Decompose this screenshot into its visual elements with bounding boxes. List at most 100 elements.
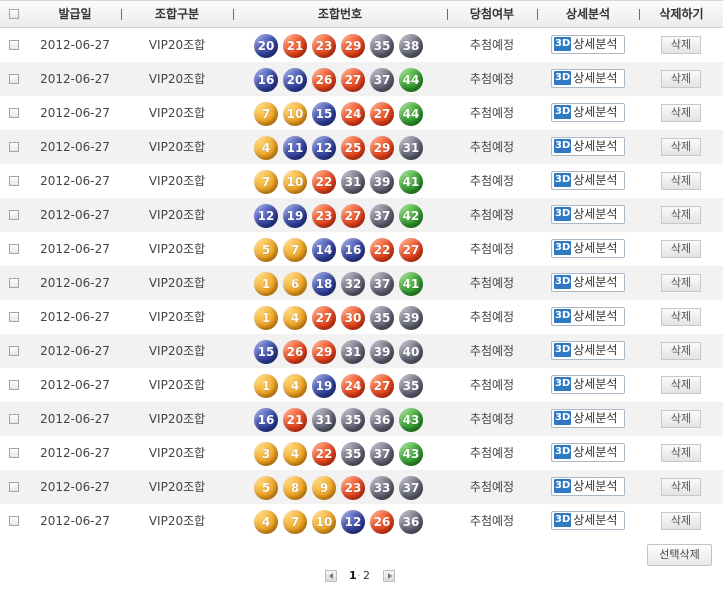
3d-icon: 3D: [554, 445, 572, 459]
lotto-ball: 31: [341, 340, 365, 364]
lotto-ball: 21: [283, 34, 307, 58]
win-status: 추첨예정: [469, 208, 515, 222]
delete-button[interactable]: 삭제: [661, 444, 701, 462]
row-checkbox[interactable]: [9, 278, 19, 288]
win-status: 추첨예정: [469, 276, 515, 290]
detail-analysis-button[interactable]: 3D 상세분석: [551, 103, 625, 122]
detail-analysis-button[interactable]: 3D 상세분석: [551, 205, 625, 224]
lotto-ball: 40: [399, 340, 423, 364]
page-link-1[interactable]: 1: [349, 569, 357, 583]
lotto-ball: 35: [341, 442, 365, 466]
combo-type: VIP20조합: [148, 378, 206, 392]
table-row: 2012-06-27 VIP20조합 20 21 23 29 35 38 추첨예정 3D 상세분석 삭…: [0, 28, 723, 62]
lotto-ball: 37: [370, 204, 394, 228]
issue-date: 2012-06-27: [40, 378, 110, 392]
lotto-ball: 30: [341, 306, 365, 330]
prev-page-icon[interactable]: [325, 570, 337, 582]
select-all-checkbox[interactable]: [9, 9, 19, 19]
issue-date: 2012-06-27: [40, 208, 110, 222]
lotto-ball: 27: [370, 102, 394, 126]
row-checkbox[interactable]: [9, 108, 19, 118]
detail-analysis-button[interactable]: 3D 상세분석: [551, 477, 625, 496]
lotto-ball: 26: [312, 68, 336, 92]
row-checkbox[interactable]: [9, 346, 19, 356]
combo-type: VIP20조합: [148, 412, 206, 426]
lotto-ball: 35: [370, 34, 394, 58]
detail-analysis-label: 상세분석: [573, 343, 618, 357]
lotto-ball: 35: [370, 306, 394, 330]
lotto-ball: 38: [399, 34, 423, 58]
lotto-ball: 16: [341, 238, 365, 262]
lotto-ball: 43: [399, 442, 423, 466]
lotto-ball: 42: [399, 204, 423, 228]
detail-analysis-button[interactable]: 3D 상세분석: [551, 171, 625, 190]
delete-button[interactable]: 삭제: [661, 104, 701, 122]
row-checkbox[interactable]: [9, 448, 19, 458]
detail-analysis-button[interactable]: 3D 상세분석: [551, 511, 625, 530]
row-checkbox[interactable]: [9, 482, 19, 492]
detail-analysis-button[interactable]: 3D 상세분석: [551, 307, 625, 326]
row-checkbox[interactable]: [9, 312, 19, 322]
lotto-ball: 39: [370, 340, 394, 364]
delete-selected-button[interactable]: 선택삭제: [647, 544, 712, 566]
delete-button[interactable]: 삭제: [661, 308, 701, 326]
delete-button[interactable]: 삭제: [661, 206, 701, 224]
combo-type: VIP20조합: [148, 72, 206, 86]
detail-analysis-button[interactable]: 3D 상세분석: [551, 239, 625, 258]
row-checkbox[interactable]: [9, 244, 19, 254]
detail-analysis-button[interactable]: 3D 상세분석: [551, 69, 625, 88]
combo-type: VIP20조합: [148, 480, 206, 494]
detail-analysis-label: 상세분석: [573, 139, 618, 153]
detail-analysis-label: 상세분석: [573, 513, 618, 527]
delete-button[interactable]: 삭제: [661, 240, 701, 258]
detail-analysis-button[interactable]: 3D 상세분석: [551, 341, 625, 360]
row-checkbox[interactable]: [9, 74, 19, 84]
page-link-2[interactable]: 2: [363, 569, 370, 583]
win-status: 추첨예정: [469, 310, 515, 324]
win-status: 추첨예정: [469, 38, 515, 52]
delete-button[interactable]: 삭제: [661, 478, 701, 496]
lotto-ball: 18: [312, 272, 336, 296]
lotto-ball: 5: [254, 476, 278, 500]
row-checkbox[interactable]: [9, 516, 19, 526]
lotto-ball: 1: [254, 374, 278, 398]
header-combo-numbers: 조합번호: [317, 7, 363, 21]
row-checkbox[interactable]: [9, 380, 19, 390]
combo-type: VIP20조합: [148, 276, 206, 290]
delete-button[interactable]: 삭제: [661, 512, 701, 530]
detail-analysis-button[interactable]: 3D 상세분석: [551, 375, 625, 394]
detail-analysis-button[interactable]: 3D 상세분석: [551, 35, 625, 54]
delete-button[interactable]: 삭제: [661, 410, 701, 428]
delete-button[interactable]: 삭제: [661, 36, 701, 54]
row-checkbox[interactable]: [9, 176, 19, 186]
delete-button[interactable]: 삭제: [661, 376, 701, 394]
detail-analysis-button[interactable]: 3D 상세분석: [551, 137, 625, 156]
detail-analysis-button[interactable]: 3D 상세분석: [551, 443, 625, 462]
combo-type: VIP20조합: [148, 446, 206, 460]
win-status: 추첨예정: [469, 174, 515, 188]
delete-button[interactable]: 삭제: [661, 342, 701, 360]
row-checkbox[interactable]: [9, 210, 19, 220]
combo-type: VIP20조합: [148, 344, 206, 358]
detail-analysis-button[interactable]: 3D 상세분석: [551, 409, 625, 428]
next-page-icon[interactable]: [383, 570, 395, 582]
delete-button[interactable]: 삭제: [661, 172, 701, 190]
lotto-ball: 4: [254, 510, 278, 534]
table-row: 2012-06-27 VIP20조합 5 8 9 23 33 37 추첨예정 3D 상세분석 삭제: [0, 470, 723, 504]
issue-date: 2012-06-27: [40, 514, 110, 528]
lotto-ball: 10: [283, 170, 307, 194]
lotto-ball: 35: [341, 408, 365, 432]
row-checkbox[interactable]: [9, 142, 19, 152]
table-row: 2012-06-27 VIP20조합 16 21 31 35 36 43 추첨예정 3D 상세분석 삭…: [0, 402, 723, 436]
detail-analysis-button[interactable]: 3D 상세분석: [551, 273, 625, 292]
3d-icon: 3D: [554, 513, 572, 527]
issue-date: 2012-06-27: [40, 72, 110, 86]
row-checkbox[interactable]: [9, 414, 19, 424]
delete-button[interactable]: 삭제: [661, 138, 701, 156]
lotto-ball: 26: [370, 510, 394, 534]
row-checkbox[interactable]: [9, 40, 19, 50]
lotto-ball: 12: [341, 510, 365, 534]
delete-button[interactable]: 삭제: [661, 70, 701, 88]
delete-button[interactable]: 삭제: [661, 274, 701, 292]
lotto-ball: 33: [370, 476, 394, 500]
